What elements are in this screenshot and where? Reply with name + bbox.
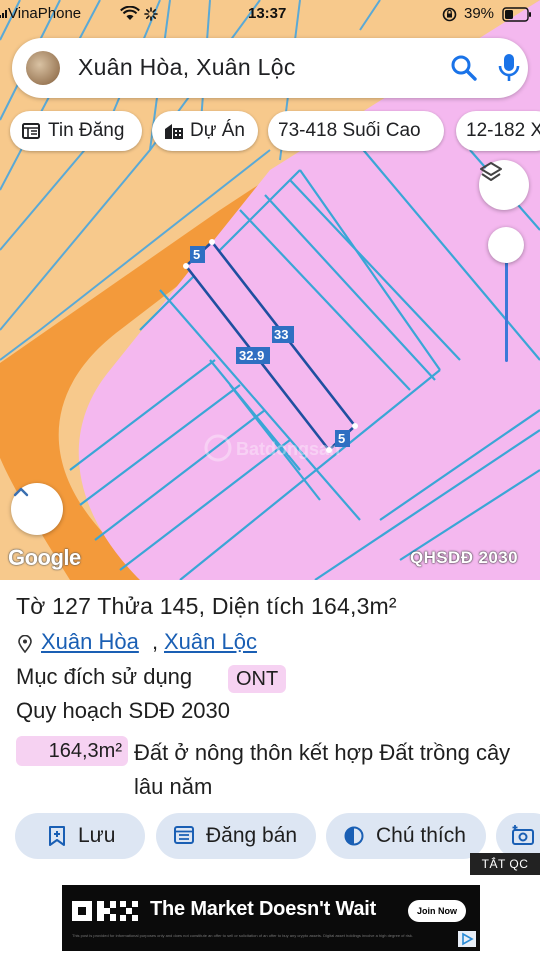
location-pin-icon (18, 635, 32, 653)
contrast-icon (344, 826, 364, 846)
search-bar[interactable]: Xuân Hòa, Xuân Lộc (12, 38, 528, 98)
land-type-description: Đất ở nông thôn kết hợp Đất trồng cây lâ… (134, 740, 511, 799)
battery-icon (502, 7, 531, 22)
save-button[interactable]: Lưu (15, 813, 145, 859)
parcel-info-sheet: Tờ 127 Thửa 145, Diện tích 164,3m² Xuân … (0, 580, 540, 960)
edge-label-left: 32.9 (239, 348, 264, 363)
chip-label: Dự Án (190, 120, 245, 141)
chip-parcel-x[interactable]: 12-182 X (456, 111, 540, 151)
watermark-text: Batdongsan (236, 439, 340, 459)
chip-projects[interactable]: Dự Án (152, 111, 258, 151)
loading-icon (144, 7, 158, 21)
news-icon (22, 123, 40, 139)
chip-label: Tin Đăng (48, 120, 125, 141)
edge-label-bottom: 5 (338, 431, 345, 446)
search-input[interactable]: Xuân Hòa, Xuân Lộc (78, 54, 296, 81)
chip-label: 73-418 Suối Cao (278, 120, 421, 141)
edge-label-right: 33 (274, 327, 288, 342)
post-for-sale-label: Đăng bán (206, 824, 298, 847)
listing-icon (174, 826, 194, 844)
microphone-icon[interactable] (498, 52, 520, 84)
bookmark-plus-icon (49, 826, 65, 846)
chip-parcel-suoi-cao[interactable]: 73-418 Suối Cao (268, 111, 444, 151)
ad-banner[interactable]: The Market Doesn't Wait Join Now This po… (62, 885, 480, 951)
chevron-up-icon (13, 487, 29, 497)
area-badge: 164,3m² (16, 736, 128, 766)
carrier-name: VinaPhone (8, 5, 82, 22)
parcel-title: Tờ 127 Thửa 145, Diện tích 164,3m² (16, 593, 397, 619)
layers-button[interactable] (479, 160, 529, 210)
parcel-vertex (209, 239, 215, 245)
avatar[interactable] (26, 51, 60, 85)
location-separator: , (152, 629, 159, 654)
adchoices-icon[interactable] (458, 931, 476, 947)
plan-label: Quy hoạch SDĐ 2030 (16, 698, 231, 723)
clock: 13:37 (248, 5, 287, 22)
status-bar: VinaPhone 13:37 39% (0, 0, 540, 28)
orientation-lock-icon (442, 7, 457, 22)
search-icon[interactable] (450, 54, 478, 82)
district-link[interactable]: Xuân Lộc (164, 629, 257, 655)
zoom-slider-thumb[interactable] (488, 227, 524, 263)
legend-label: Chú thích (376, 824, 466, 847)
parcel-vertex (183, 263, 189, 269)
ad-fine-print: This post is provided for informational … (72, 933, 413, 938)
battery-percent: 39% (464, 5, 495, 22)
layers-icon (480, 162, 502, 181)
ad-join-button[interactable]: Join Now (408, 900, 466, 922)
wifi-icon (120, 6, 140, 20)
buildings-icon (165, 124, 183, 139)
land-use-code-badge: ONT (228, 665, 287, 693)
planning-badge: QHSDĐ 2030 (410, 548, 518, 567)
purpose-label: Mục đích sử dụng (16, 664, 193, 689)
chip-label: 12-182 X (466, 120, 540, 141)
post-for-sale-button[interactable]: Đăng bán (156, 813, 316, 859)
commune-link[interactable]: Xuân Hòa (41, 629, 139, 655)
save-label: Lưu (78, 824, 116, 847)
collapse-sheet-button[interactable] (11, 483, 63, 535)
edge-label-top: 5 (193, 247, 200, 262)
parcel-vertex (352, 423, 358, 429)
zoom-slider-track[interactable] (505, 250, 508, 362)
legend-button[interactable]: Chú thích (326, 813, 486, 859)
okx-logo (72, 901, 138, 921)
add-photo-icon (512, 825, 534, 845)
ad-headline: The Market Doesn't Wait (150, 898, 377, 920)
google-logo: Google (8, 545, 81, 570)
turn-off-ads-button[interactable]: TẮT QC (470, 853, 540, 875)
chip-listings[interactable]: Tin Đăng (10, 111, 142, 151)
